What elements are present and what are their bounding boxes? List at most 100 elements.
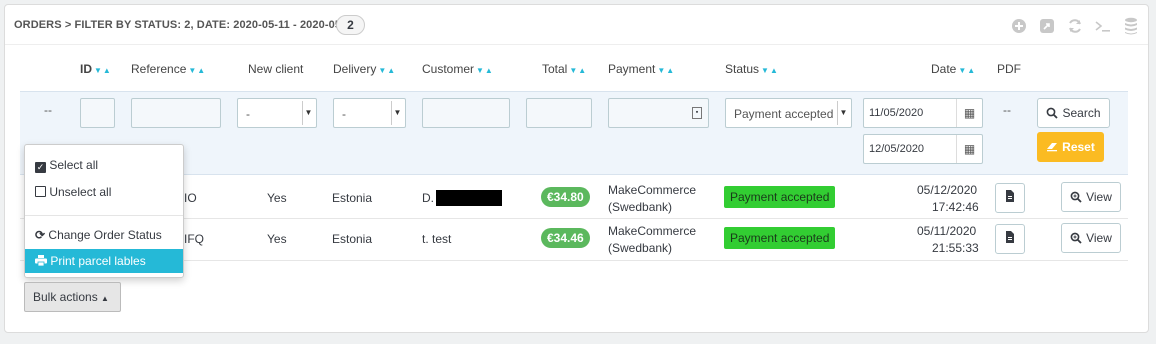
delivery-country: Estonia bbox=[332, 232, 373, 246]
sort-arrows-icon[interactable]: ▼▲ bbox=[378, 66, 396, 75]
status-badge: Payment accepted bbox=[724, 186, 836, 208]
document-icon bbox=[1006, 231, 1014, 243]
pdf-invoice-button[interactable] bbox=[995, 183, 1025, 213]
id-filter-input[interactable] bbox=[80, 98, 115, 128]
eraser-icon bbox=[1047, 143, 1058, 152]
search-icon bbox=[1047, 107, 1059, 119]
date-from-input[interactable]: 11/05/2020 ▦ bbox=[863, 98, 983, 128]
select-all-item[interactable]: ✓ Select all bbox=[25, 153, 183, 177]
panel-toolbar bbox=[1010, 17, 1140, 35]
sort-arrows-icon[interactable]: ▼▲ bbox=[569, 66, 587, 75]
order-reference: IO bbox=[184, 191, 197, 205]
payment-method: MakeCommerce bbox=[608, 224, 697, 238]
bulk-actions-label: Bulk actions bbox=[33, 290, 98, 304]
delivery-filter-value: - bbox=[342, 107, 346, 121]
new-client-value: Yes bbox=[267, 191, 287, 205]
column-header-total[interactable]: Total ▼▲ bbox=[542, 62, 587, 76]
payment-method: MakeCommerce bbox=[608, 183, 697, 197]
status-filter-value: Payment accepted bbox=[734, 107, 834, 121]
column-header-delivery[interactable]: Delivery ▼▲ bbox=[333, 62, 396, 76]
contact-card-icon: ▪ bbox=[692, 107, 702, 119]
order-total: €34.80 bbox=[541, 187, 590, 207]
change-order-status-item[interactable]: ⟳ Change Order Status bbox=[25, 223, 183, 247]
zoom-icon bbox=[1070, 232, 1082, 244]
view-order-button[interactable]: View bbox=[1061, 223, 1121, 253]
column-header-reference[interactable]: Reference ▼▲ bbox=[131, 62, 206, 76]
order-count-badge: 2 bbox=[336, 15, 365, 35]
sort-arrows-icon[interactable]: ▼▲ bbox=[94, 66, 112, 75]
reset-button[interactable]: Reset bbox=[1037, 132, 1104, 162]
status-filter-select[interactable]: Payment accepted ▼ bbox=[725, 98, 852, 128]
sort-arrows-icon[interactable]: ▼▲ bbox=[657, 66, 675, 75]
column-header-status[interactable]: Status ▼▲ bbox=[725, 62, 779, 76]
sort-arrows-icon[interactable]: ▼▲ bbox=[761, 66, 779, 75]
database-icon[interactable] bbox=[1122, 17, 1140, 35]
column-header-date[interactable]: Date ▼▲ bbox=[931, 62, 976, 76]
search-button[interactable]: Search bbox=[1037, 98, 1110, 128]
print-parcel-labels-label: Print parcel lables bbox=[50, 254, 146, 268]
column-header-payment[interactable]: Payment ▼▲ bbox=[608, 62, 675, 76]
print-icon bbox=[35, 255, 47, 267]
chevron-down-icon: ▼ bbox=[302, 101, 314, 125]
zoom-icon bbox=[1070, 191, 1082, 203]
calendar-icon[interactable]: ▦ bbox=[956, 135, 982, 163]
status-badge: Payment accepted bbox=[724, 227, 836, 249]
payment-filter-input[interactable]: ▪ bbox=[608, 98, 709, 128]
bulk-actions-menu: ✓ Select all Unselect all ⟳ Change Order… bbox=[24, 144, 184, 278]
payment-provider: (Swedbank) bbox=[608, 200, 673, 214]
pdf-column-dash: -- bbox=[1003, 103, 1011, 117]
sort-arrows-icon[interactable]: ▼▲ bbox=[958, 66, 976, 75]
reset-button-label: Reset bbox=[1062, 140, 1095, 154]
column-header-pdf: PDF bbox=[997, 62, 1021, 76]
view-order-button[interactable]: View bbox=[1061, 182, 1121, 212]
delivery-filter-select[interactable]: - ▼ bbox=[333, 98, 406, 128]
sql-icon[interactable] bbox=[1094, 17, 1112, 35]
customer-filter-input[interactable] bbox=[422, 98, 510, 128]
new-client-value: Yes bbox=[267, 232, 287, 246]
order-total: €34.46 bbox=[541, 228, 590, 248]
sort-arrows-icon[interactable]: ▼▲ bbox=[476, 66, 494, 75]
empty-checkbox-icon bbox=[35, 186, 46, 197]
unselect-all-label: Unselect all bbox=[49, 185, 112, 199]
customer-name: t. test bbox=[422, 232, 452, 246]
reference-filter-input[interactable] bbox=[131, 98, 221, 128]
order-reference: IFQ bbox=[184, 232, 204, 246]
view-button-label: View bbox=[1086, 231, 1112, 245]
search-button-label: Search bbox=[1062, 106, 1101, 120]
caret-up-icon: ▲ bbox=[101, 294, 109, 303]
print-parcel-labels-item[interactable]: Print parcel lables bbox=[25, 249, 183, 273]
bulk-actions-button[interactable]: Bulk actions ▲ bbox=[24, 282, 121, 312]
chevron-down-icon: ▼ bbox=[391, 101, 403, 125]
date-from-value: 11/05/2020 bbox=[869, 107, 924, 119]
document-icon bbox=[1006, 190, 1014, 202]
order-time: 21:55:33 bbox=[932, 241, 979, 255]
view-button-label: View bbox=[1086, 190, 1112, 204]
date-to-value: 12/05/2020 bbox=[869, 143, 925, 155]
refresh-icon: ⟳ bbox=[35, 228, 46, 242]
refresh-icon[interactable] bbox=[1066, 17, 1084, 35]
total-filter-input[interactable] bbox=[526, 98, 592, 128]
new-client-filter-select[interactable]: - ▼ bbox=[237, 98, 317, 128]
date-to-input[interactable]: 12/05/2020 ▦ bbox=[863, 134, 983, 164]
export-icon[interactable] bbox=[1038, 17, 1056, 35]
column-header-id[interactable]: ID ▼▲ bbox=[80, 62, 112, 76]
calendar-icon[interactable]: ▦ bbox=[956, 99, 982, 127]
column-header-customer[interactable]: Customer ▼▲ bbox=[422, 62, 494, 76]
new-client-filter-value: - bbox=[246, 107, 250, 121]
unselect-all-item[interactable]: Unselect all bbox=[25, 180, 183, 204]
order-date: 05/11/2020 bbox=[917, 224, 977, 238]
pdf-invoice-button[interactable] bbox=[995, 224, 1025, 254]
select-column-dash: -- bbox=[44, 103, 52, 117]
order-date: 05/12/2020 bbox=[917, 183, 978, 197]
redacted-customer-name bbox=[436, 190, 502, 206]
sort-arrows-icon[interactable]: ▼▲ bbox=[188, 66, 206, 75]
customer-name: D. bbox=[422, 191, 434, 205]
checked-checkbox-icon: ✓ bbox=[35, 162, 46, 173]
add-icon[interactable] bbox=[1010, 17, 1028, 35]
change-order-status-label: Change Order Status bbox=[48, 228, 162, 242]
panel-header: ORDERS > FILTER BY STATUS: 2, DATE: 2020… bbox=[5, 5, 1148, 45]
column-header-new-client: New client bbox=[248, 62, 304, 76]
menu-divider bbox=[25, 215, 183, 216]
page-title: ORDERS > FILTER BY STATUS: 2, DATE: 2020… bbox=[14, 19, 358, 31]
payment-provider: (Swedbank) bbox=[608, 241, 673, 255]
